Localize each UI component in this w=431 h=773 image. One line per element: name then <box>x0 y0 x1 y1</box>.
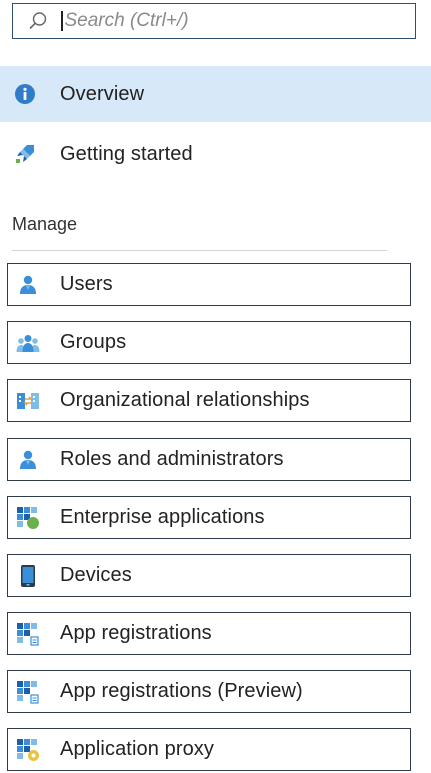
sidebar-item-label: Application proxy <box>60 738 215 760</box>
roles-icon <box>16 448 40 472</box>
sidebar-item-roles[interactable]: Roles and administrators <box>7 438 411 481</box>
app-proxy-icon <box>16 738 40 762</box>
device-icon <box>16 564 40 588</box>
search-box[interactable] <box>12 3 416 39</box>
sidebar-item-label: Users <box>60 273 113 295</box>
app-registrations-icon <box>16 622 40 646</box>
nav-item-label: Getting started <box>60 142 193 165</box>
sidebar-item-devices[interactable]: Devices <box>7 554 411 597</box>
sidebar-item-label: Enterprise applications <box>60 506 265 528</box>
sidebar-item-label: App registrations (Preview) <box>60 680 303 702</box>
nav-item-label: Overview <box>60 82 145 105</box>
sidebar-item-app-registrations[interactable]: App registrations <box>7 612 411 655</box>
sidebar-item-users[interactable]: Users <box>7 263 411 306</box>
sidebar-item-label: Groups <box>60 331 127 353</box>
section-header-manage: Manage <box>12 214 78 234</box>
sidebar-item-label: App registrations <box>60 622 212 644</box>
sidebar-item-enterprise-apps[interactable]: Enterprise applications <box>7 496 411 539</box>
section-divider <box>12 250 387 251</box>
text-caret <box>61 11 63 31</box>
sidebar-item-label: Devices <box>60 564 132 586</box>
app-registrations-preview-icon <box>16 680 40 704</box>
sidebar-item-label: Roles and administrators <box>60 448 284 470</box>
nav-item-overview[interactable]: Overview <box>0 66 431 122</box>
sidebar-item-groups[interactable]: Groups <box>7 321 411 364</box>
rocket-icon <box>12 141 38 167</box>
info-icon <box>12 81 38 107</box>
sidebar-item-app-registrations-preview[interactable]: App registrations (Preview) <box>7 670 411 713</box>
user-icon <box>16 273 40 297</box>
org-relationships-icon <box>16 389 40 413</box>
sidebar-item-org-relationships[interactable]: Organizational relationships <box>7 379 411 422</box>
nav-item-getting-started[interactable]: Getting started <box>0 126 431 182</box>
sidebar-item-label: Organizational relationships <box>60 389 310 411</box>
sidebar-item-app-proxy[interactable]: Application proxy <box>7 728 411 771</box>
search-input[interactable] <box>64 10 365 32</box>
enterprise-apps-icon <box>16 506 40 530</box>
group-icon <box>16 331 40 355</box>
search-icon <box>27 10 49 32</box>
